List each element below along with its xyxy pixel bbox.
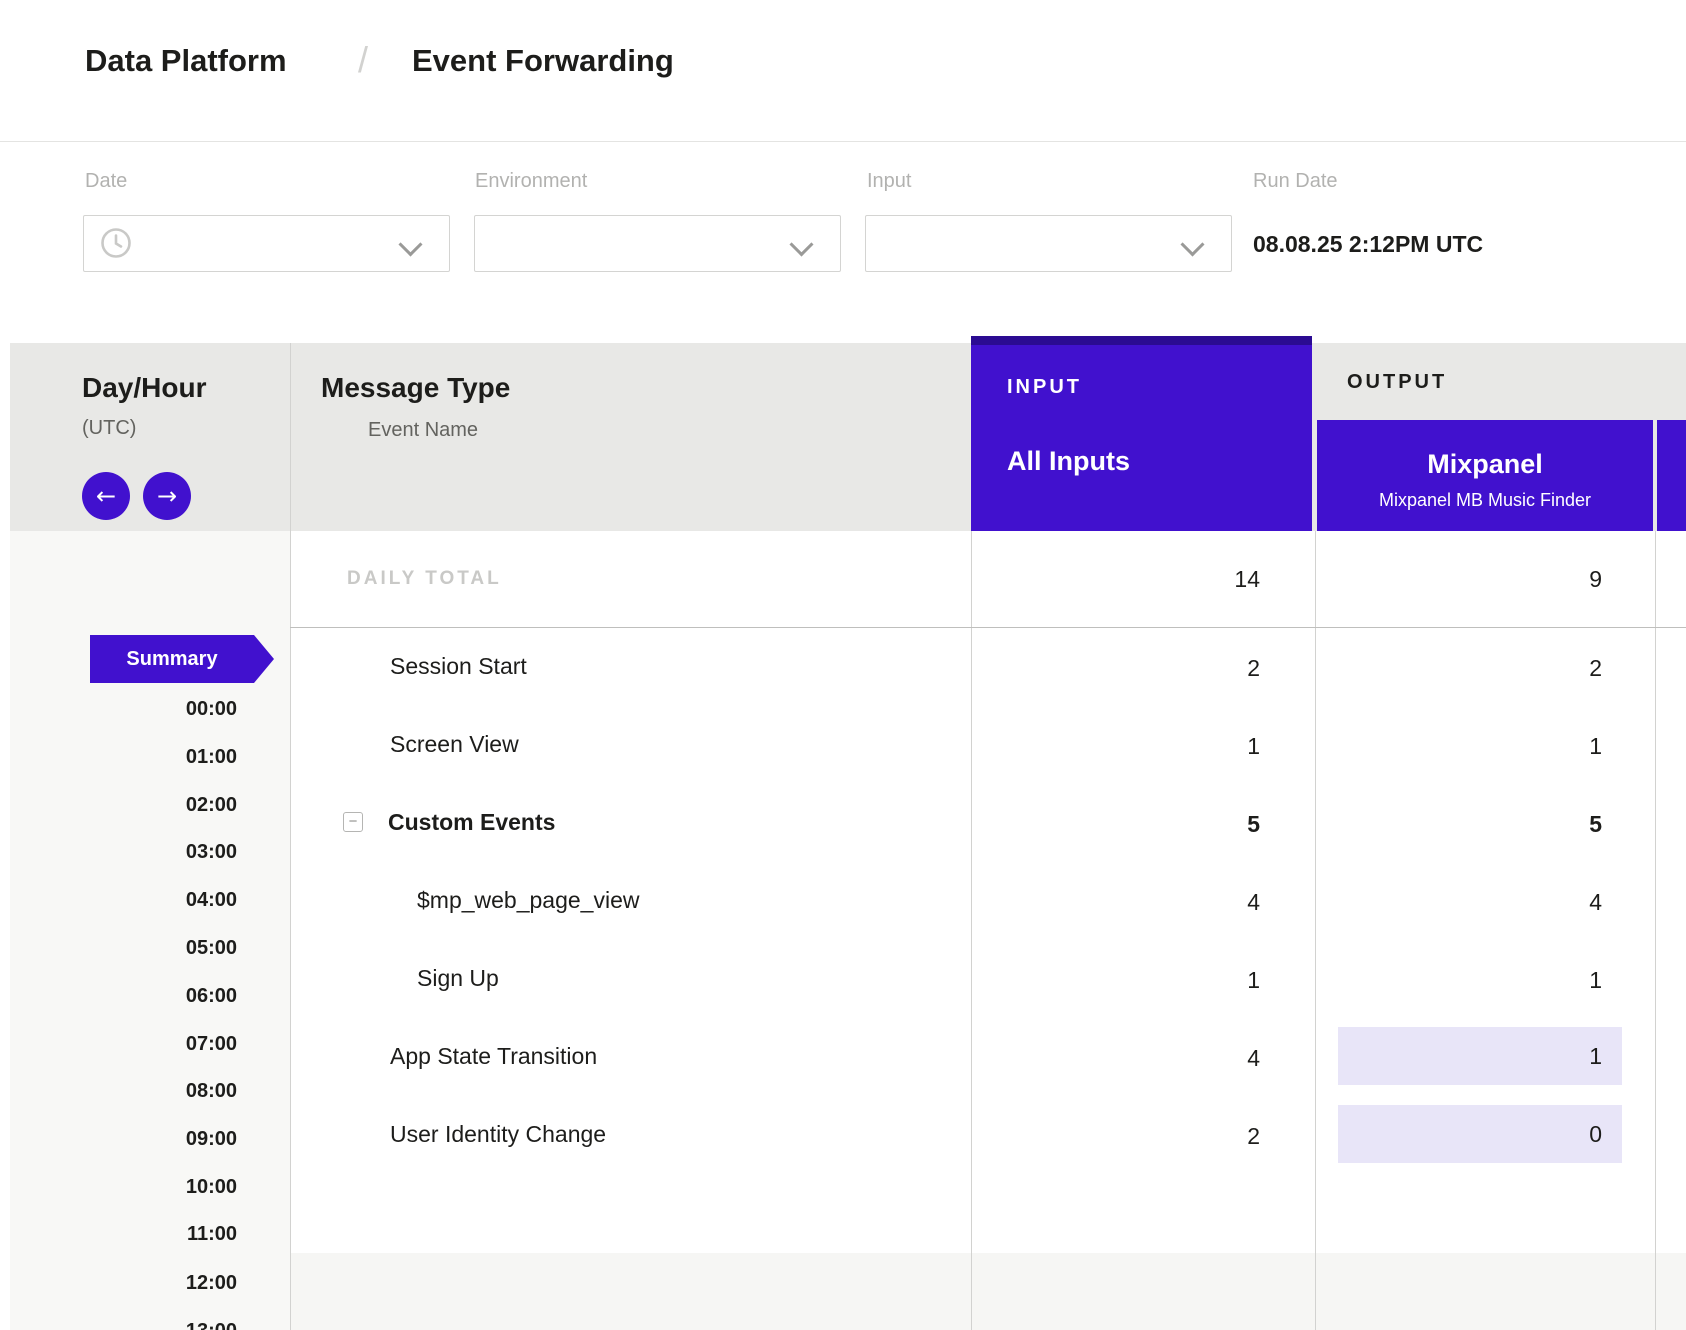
hour-label[interactable]: 06:00: [10, 983, 237, 1009]
row-input-value: 2: [1001, 1121, 1260, 1151]
hour-label[interactable]: 11:00: [10, 1221, 237, 1247]
highlighted-output-cell: 1: [1338, 1027, 1622, 1085]
output-column-subtitle: Mixpanel MB Music Finder: [1317, 488, 1653, 512]
chevron-down-icon: [398, 232, 422, 256]
input-filter-label: Input: [867, 168, 911, 194]
row-label: $mp_web_page_view: [417, 885, 640, 915]
environment-dropdown[interactable]: Development: [474, 215, 841, 272]
row-input-value: 2: [1001, 653, 1260, 683]
row-output-value: 1: [1342, 731, 1602, 761]
hour-label[interactable]: 08:00: [10, 1078, 237, 1104]
input-column-header[interactable]: INPUT All Inputs: [971, 336, 1312, 531]
row-input-value: 4: [1001, 1043, 1260, 1073]
highlighted-output-cell: 0: [1338, 1105, 1622, 1163]
hour-label[interactable]: 01:00: [10, 744, 237, 770]
table-row-group: − Custom Events 5 5: [0, 783, 1686, 861]
page-title: Event Forwarding: [412, 42, 674, 80]
daily-total-row: DAILY TOTAL 14 9: [0, 531, 1686, 627]
row-output-value: 4: [1342, 887, 1602, 917]
hour-label[interactable]: 09:00: [10, 1126, 237, 1152]
chevron-down-icon: [1180, 232, 1204, 256]
hour-label[interactable]: 04:00: [10, 887, 237, 913]
output-column-name: Mixpanel: [1317, 447, 1653, 481]
next-output-column-header: [1657, 420, 1686, 531]
daily-total-input-value: 14: [1001, 564, 1260, 594]
hour-labels: 00:00 01:00 02:00 03:00 04:00 05:00 06:0…: [10, 0, 237, 1330]
table-row-child: $mp_web_page_view 4 4: [0, 861, 1686, 939]
table-row: Screen View 1 1: [0, 705, 1686, 783]
run-date-value: 08.08.25 2:12PM UTC: [1253, 227, 1483, 261]
row-output-value: 1: [1342, 965, 1602, 995]
hour-label[interactable]: 13:00: [10, 1318, 237, 1330]
row-label: App State Transition: [390, 1041, 597, 1071]
hour-label[interactable]: 00:00: [10, 696, 237, 722]
hour-label[interactable]: 07:00: [10, 1031, 237, 1057]
output-section-label: OUTPUT: [1347, 370, 1447, 394]
row-label: Session Start: [390, 651, 527, 681]
row-label: Custom Events: [388, 807, 555, 837]
summary-flag-tip: [254, 635, 274, 683]
input-section-label: INPUT: [1007, 375, 1082, 399]
row-output-value: 0: [1589, 1121, 1602, 1148]
message-type-header: Message Type: [321, 371, 510, 405]
row-label: Screen View: [390, 729, 519, 759]
environment-filter-label: Environment: [475, 168, 587, 194]
run-date-label: Run Date: [1253, 168, 1338, 194]
row-input-value: 1: [1001, 965, 1260, 995]
table-row: User Identity Change 2 0: [0, 1095, 1686, 1173]
row-input-value: 4: [1001, 887, 1260, 917]
daily-total-output-value: 9: [1342, 564, 1602, 594]
event-forwarding-page: Data Platform / Event Forwarding Date En…: [0, 0, 1686, 1330]
hour-label[interactable]: 05:00: [10, 935, 237, 961]
hour-label[interactable]: 02:00: [10, 792, 237, 818]
row-output-value: 2: [1342, 653, 1602, 683]
empty-rows-area: [290, 1253, 1686, 1330]
hour-label[interactable]: 12:00: [10, 1270, 237, 1296]
input-column-name: All Inputs: [1007, 444, 1130, 478]
hour-label[interactable]: 03:00: [10, 839, 237, 865]
daily-total-label: DAILY TOTAL: [347, 567, 502, 591]
row-output-value: 5: [1342, 809, 1602, 839]
row-label: Sign Up: [417, 963, 499, 993]
collapse-button[interactable]: −: [343, 812, 363, 832]
event-name-subtitle: Event Name: [368, 417, 478, 443]
output-column-header[interactable]: Mixpanel Mixpanel MB Music Finder: [1317, 420, 1653, 531]
breadcrumb-separator: /: [358, 38, 368, 82]
table-row-child: Sign Up 1 1: [0, 939, 1686, 1017]
row-output-value: 1: [1589, 1043, 1602, 1070]
table-row: App State Transition 4 1: [0, 1017, 1686, 1095]
row-label: User Identity Change: [390, 1119, 606, 1149]
row-input-value: 1: [1001, 731, 1260, 761]
chevron-down-icon: [789, 232, 813, 256]
input-dropdown[interactable]: All Inputs: [865, 215, 1232, 272]
row-input-value: 5: [1001, 809, 1260, 839]
top-bar: Data Platform / Event Forwarding: [0, 0, 1686, 142]
hour-label[interactable]: 10:00: [10, 1174, 237, 1200]
